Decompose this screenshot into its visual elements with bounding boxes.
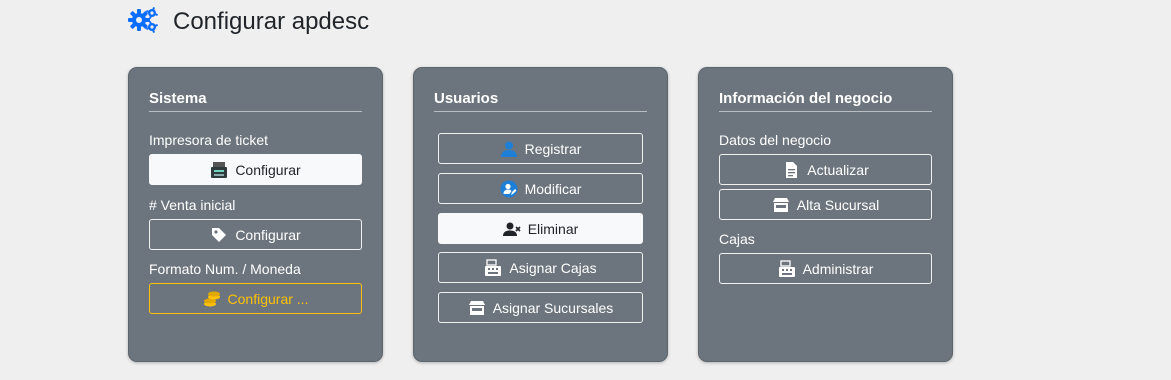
assign-cash-registers-label: Asignar Cajas (509, 259, 597, 276)
sistema-title: Sistema (149, 90, 362, 112)
number-format-label: Formato Num. / Moneda (149, 261, 301, 277)
manage-cash-registers-label: Administrar (802, 260, 874, 277)
configure-number-format-label: Configurar ... (227, 290, 309, 307)
tag-icon (210, 226, 228, 244)
modify-user-button[interactable]: Modificar (438, 173, 643, 204)
configure-initial-sale-label: Configurar (235, 226, 301, 243)
user-icon (500, 140, 518, 158)
delete-user-button[interactable]: Eliminar (438, 213, 643, 244)
ticket-printer-label: Impresora de ticket (149, 132, 269, 148)
add-branch-button[interactable]: Alta Sucursal (719, 189, 932, 220)
initial-sale-label: # Venta inicial (149, 197, 236, 213)
usuarios-card: Usuarios Registrar Modificar Eliminar As… (413, 67, 668, 362)
sistema-card: Sistema Impresora de ticket Configurar #… (128, 67, 383, 362)
update-business-button[interactable]: Actualizar (719, 154, 932, 185)
user-remove-icon (502, 220, 521, 238)
delete-user-label: Eliminar (527, 220, 579, 237)
register-user-label: Registrar (524, 140, 582, 157)
cash-register-icon (484, 258, 502, 277)
register-user-button[interactable]: Registrar (438, 133, 643, 164)
page-title: Configurar apdesc (173, 8, 370, 35)
negocio-card: Información del negocio Datos del negoci… (698, 67, 953, 362)
manage-cash-registers-button[interactable]: Administrar (719, 253, 932, 284)
configure-number-format-button[interactable]: Configurar ... (149, 283, 362, 314)
cash-register-icon (210, 161, 228, 179)
gears-icon (128, 6, 158, 39)
cash-register-icon (778, 259, 796, 278)
usuarios-title: Usuarios (434, 90, 647, 112)
assign-branches-label: Asignar Sucursales (492, 299, 614, 316)
cash-registers-label: Cajas (719, 231, 755, 247)
coins-icon (203, 290, 221, 308)
configure-initial-sale-button[interactable]: Configurar (149, 219, 362, 250)
store-icon (772, 196, 790, 214)
add-branch-label: Alta Sucursal (796, 196, 880, 213)
document-icon (782, 161, 800, 179)
configure-ticket-printer-label: Configurar (235, 161, 301, 178)
modify-user-label: Modificar (524, 180, 582, 197)
page-header: Configurar apdesc (128, 6, 369, 38)
update-business-label: Actualizar (807, 161, 869, 178)
store-icon (468, 299, 486, 317)
configure-ticket-printer-button[interactable]: Configurar (149, 154, 362, 185)
user-edit-icon (500, 180, 518, 198)
assign-branches-button[interactable]: Asignar Sucursales (438, 292, 643, 323)
negocio-title: Información del negocio (719, 90, 932, 112)
assign-cash-registers-button[interactable]: Asignar Cajas (438, 252, 643, 283)
business-data-label: Datos del negocio (719, 132, 832, 148)
